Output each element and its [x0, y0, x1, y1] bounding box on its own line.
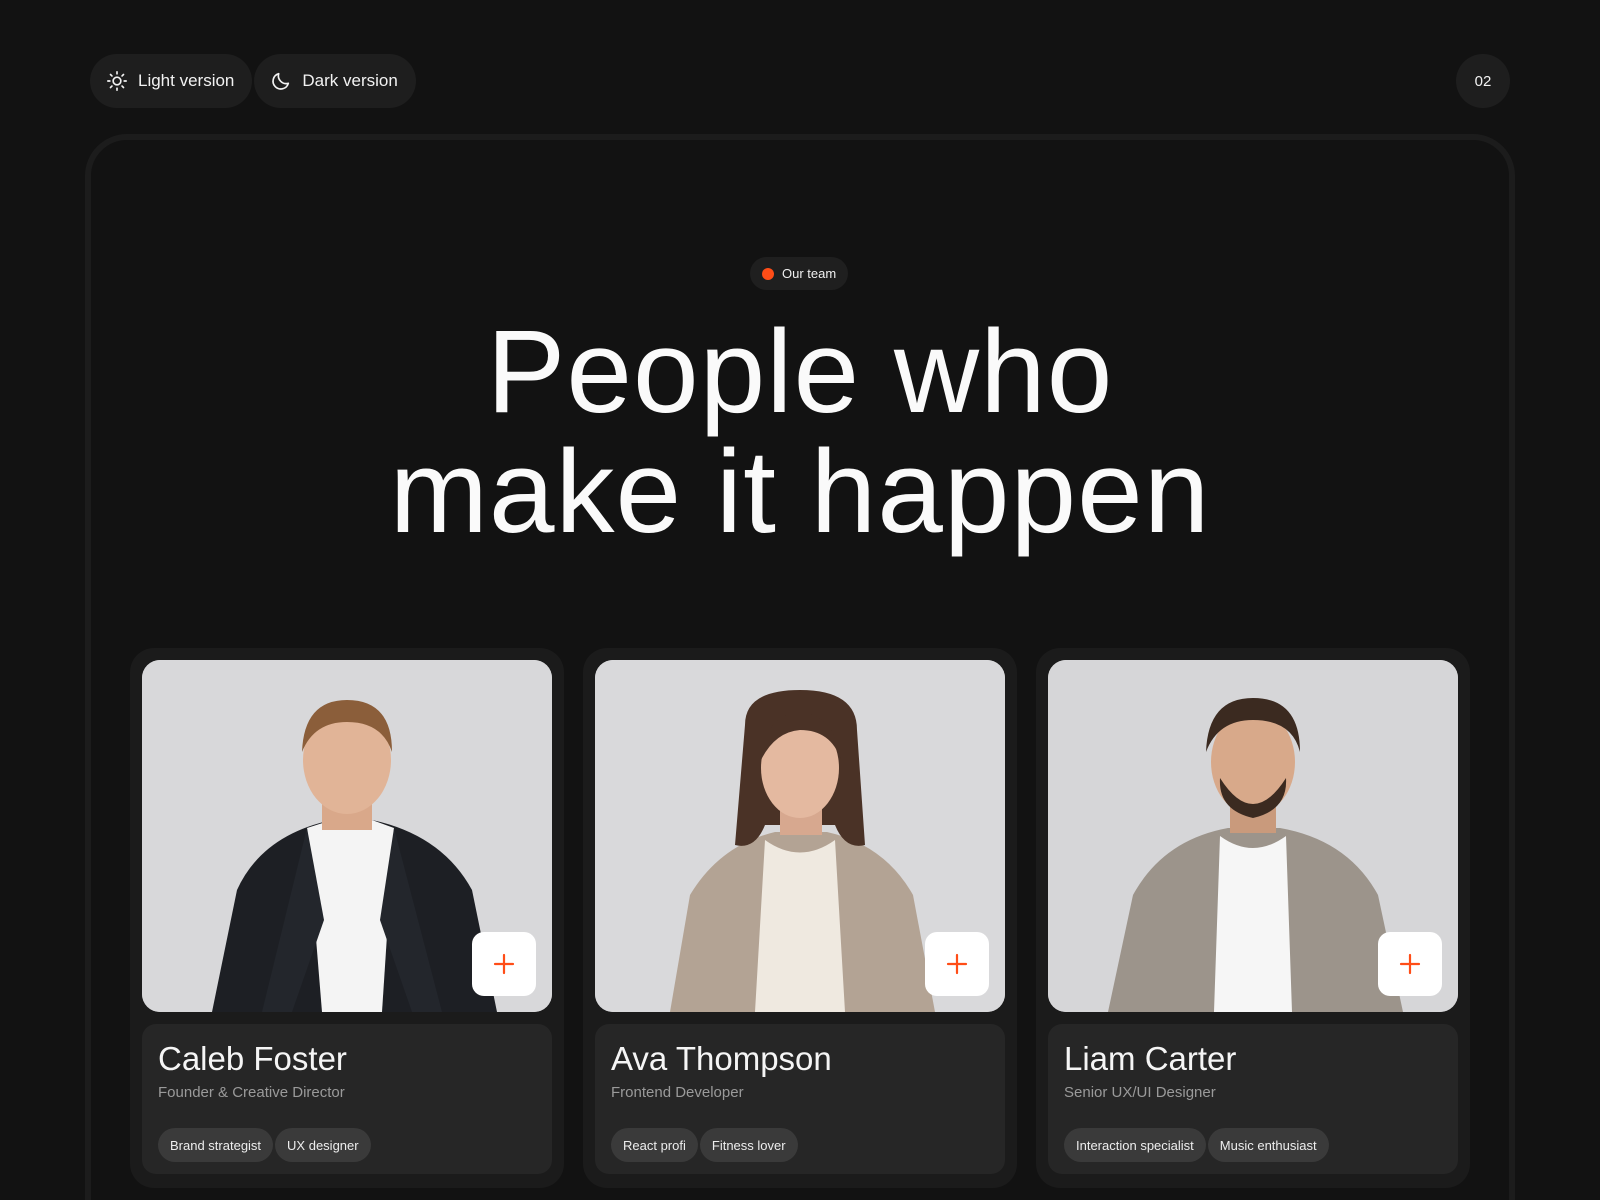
skill-chip: UX designer	[275, 1128, 371, 1162]
skill-chip: Fitness lover	[699, 1128, 798, 1162]
team-member-info: Liam Carter Senior UX/UI Designer Intera…	[1048, 1024, 1458, 1174]
team-member-tags: React profi Fitness lover	[611, 1128, 798, 1162]
section-tag-label: Our team	[782, 266, 837, 281]
team-card: Ava Thompson Frontend Developer React pr…	[583, 648, 1017, 1188]
light-version-button[interactable]: Light version	[90, 54, 253, 108]
plus-icon	[1399, 953, 1421, 975]
section-tag: Our team	[750, 257, 849, 290]
page-number: 02	[1456, 54, 1510, 108]
team-member-photo	[142, 660, 552, 1012]
team-card: Caleb Foster Founder & Creative Director…	[130, 648, 564, 1188]
team-member-name: Caleb Foster	[158, 1040, 347, 1077]
team-member-role: Founder & Creative Director	[158, 1084, 345, 1101]
skill-chip: React profi	[611, 1128, 698, 1162]
plus-icon	[493, 953, 515, 975]
moon-icon	[272, 72, 290, 90]
light-version-label: Light version	[138, 71, 235, 90]
accent-dot	[762, 267, 774, 280]
team-member-tags: Interaction specialist Music enthusiast	[1064, 1128, 1329, 1162]
expand-button[interactable]	[1378, 932, 1442, 996]
plus-icon	[946, 953, 968, 975]
expand-button[interactable]	[925, 932, 989, 996]
headline-line-2: make it happen	[389, 426, 1211, 558]
team-member-role: Senior UX/UI Designer	[1064, 1084, 1216, 1101]
team-member-role: Frontend Developer	[611, 1084, 744, 1101]
skill-chip: Music enthusiast	[1207, 1128, 1329, 1162]
skill-chip: Brand strategist	[158, 1128, 274, 1162]
team-member-tags: Brand strategist UX designer	[158, 1128, 371, 1162]
team-card: Liam Carter Senior UX/UI Designer Intera…	[1036, 648, 1470, 1188]
team-member-photo	[595, 660, 1005, 1012]
team-member-photo	[1048, 660, 1458, 1012]
team-member-name: Ava Thompson	[611, 1040, 832, 1077]
skill-chip: Interaction specialist	[1064, 1128, 1206, 1162]
page-title: People who make it happen	[0, 312, 1600, 552]
theme-switcher: Light version Dark version	[90, 54, 416, 108]
expand-button[interactable]	[472, 932, 536, 996]
headline-line-1: People who	[486, 306, 1114, 438]
team-member-name: Liam Carter	[1064, 1040, 1237, 1077]
dark-version-button[interactable]: Dark version	[254, 54, 416, 108]
sun-icon	[107, 71, 127, 91]
dark-version-label: Dark version	[302, 71, 398, 90]
team-member-info: Caleb Foster Founder & Creative Director…	[142, 1024, 552, 1174]
team-member-info: Ava Thompson Frontend Developer React pr…	[595, 1024, 1005, 1174]
